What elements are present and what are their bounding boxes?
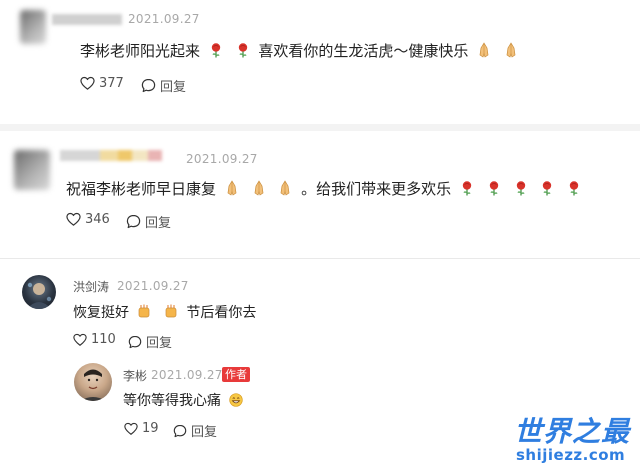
praying-hands-emoji bbox=[278, 180, 292, 196]
reply-text: 恢复挺好 节后看你去 bbox=[73, 302, 256, 322]
like-button[interactable]: 19 bbox=[124, 421, 159, 436]
heart-icon bbox=[73, 333, 87, 347]
user-avatar[interactable] bbox=[20, 10, 46, 44]
rose-emoji bbox=[487, 180, 501, 196]
rose-emoji bbox=[567, 180, 581, 196]
rose-emoji bbox=[236, 42, 250, 58]
like-count: 346 bbox=[85, 212, 110, 227]
reply-text-part: 节后看你去 bbox=[186, 305, 257, 321]
reply-date: 2021.09.27 bbox=[151, 368, 223, 382]
like-count: 377 bbox=[99, 76, 124, 91]
praying-hands-emoji bbox=[252, 180, 266, 196]
reply-button[interactable]: 回复 bbox=[126, 212, 171, 231]
reply-button[interactable]: 回复 bbox=[141, 76, 186, 95]
rose-emoji bbox=[540, 180, 554, 196]
comment-text-part: 祝福李彬老师早日康复 bbox=[66, 180, 217, 198]
like-button[interactable]: 377 bbox=[80, 76, 124, 91]
comment-text-part: 李彬老师阳光起来 bbox=[80, 42, 201, 60]
rose-emoji bbox=[460, 180, 474, 196]
comment-text: 李彬老师阳光起来 喜欢看你的生龙活虎～健康快乐 bbox=[80, 40, 522, 61]
author-badge: 作者 bbox=[222, 367, 250, 382]
username-blurred[interactable] bbox=[52, 14, 122, 26]
watermark-title: 世界之最 bbox=[514, 415, 631, 448]
comment-divider bbox=[0, 258, 640, 259]
rose-emoji bbox=[514, 180, 528, 196]
comment-text: 祝福李彬老师早日康复 。给我们带来更多欢乐 bbox=[66, 178, 585, 199]
heart-icon bbox=[80, 76, 95, 91]
praying-hands-emoji bbox=[477, 42, 491, 58]
comment-text-part: 喜欢看你的生龙活虎～健康快乐 bbox=[258, 42, 469, 60]
rose-emoji bbox=[209, 42, 223, 58]
praying-hands-emoji bbox=[225, 180, 239, 196]
reply-text-part: 等你等得我心痛 bbox=[123, 393, 221, 409]
reply-button[interactable]: 回复 bbox=[173, 421, 217, 440]
avatar-image bbox=[27, 282, 52, 309]
username-blurred[interactable] bbox=[60, 150, 175, 162]
like-button[interactable]: 110 bbox=[73, 332, 116, 347]
reply-author-name[interactable]: 洪剑涛 bbox=[73, 278, 109, 295]
reply-date: 2021.09.27 bbox=[117, 279, 189, 293]
comment-date: 2021.09.27 bbox=[128, 12, 200, 26]
clapping-hands-emoji bbox=[164, 303, 178, 319]
like-count: 110 bbox=[91, 332, 116, 347]
heart-icon bbox=[124, 422, 138, 436]
reply-label: 回复 bbox=[145, 216, 172, 231]
grin-emoji bbox=[229, 393, 243, 407]
comment-icon bbox=[141, 78, 156, 93]
watermark-url: shijiezz.com bbox=[516, 446, 626, 464]
avatar-image bbox=[80, 369, 106, 401]
comment-date: 2021.09.27 bbox=[186, 152, 258, 166]
reply-label: 回复 bbox=[146, 336, 173, 351]
praying-hands-emoji bbox=[504, 42, 518, 58]
user-avatar[interactable] bbox=[14, 150, 50, 190]
avatar[interactable] bbox=[74, 363, 112, 401]
reply-button[interactable]: 回复 bbox=[128, 332, 172, 351]
comment-icon bbox=[126, 214, 141, 229]
comment-text-part: 。给我们带来更多欢乐 bbox=[301, 180, 452, 198]
reply-label: 回复 bbox=[160, 80, 187, 95]
reply-text-part: 恢复挺好 bbox=[73, 305, 129, 321]
reply-label: 回复 bbox=[191, 425, 218, 440]
comment-icon bbox=[128, 335, 142, 349]
avatar[interactable] bbox=[22, 275, 56, 309]
reply-author-name[interactable]: 李彬 bbox=[123, 367, 147, 384]
comment-icon bbox=[173, 424, 187, 438]
comment-divider bbox=[0, 124, 640, 131]
reply-text: 等你等得我心痛 bbox=[123, 390, 247, 410]
heart-icon bbox=[66, 212, 81, 227]
clapping-hands-emoji bbox=[137, 303, 151, 319]
like-count: 19 bbox=[142, 421, 159, 436]
like-button[interactable]: 346 bbox=[66, 212, 110, 227]
